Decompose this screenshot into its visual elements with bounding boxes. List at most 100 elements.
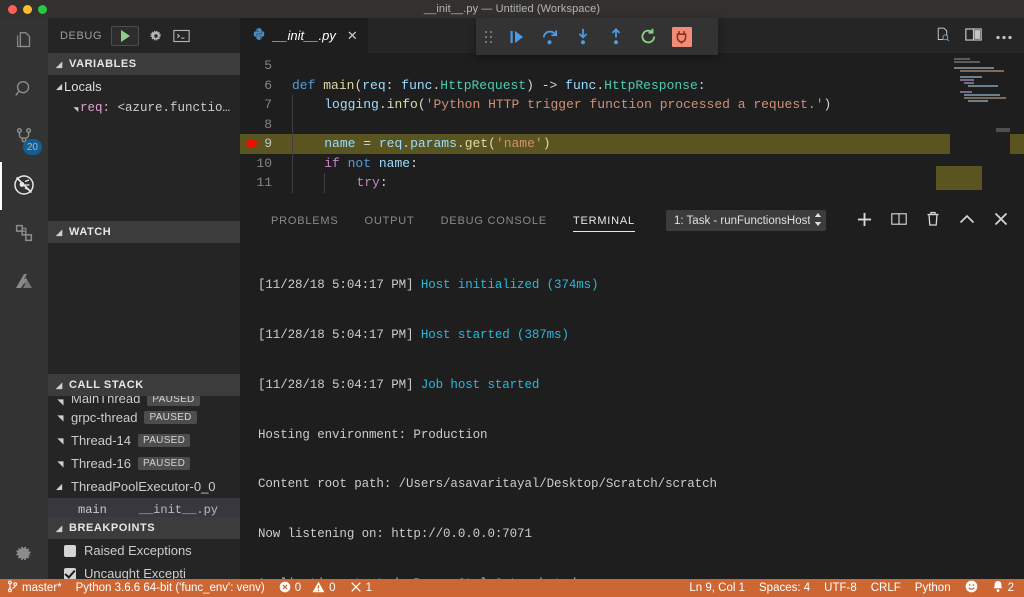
- status-cursor-position[interactable]: Ln 9, Col 1: [682, 579, 752, 597]
- call-stack-thread[interactable]: ◢ Thread-16 PAUSED: [48, 452, 240, 475]
- status-python-interpreter[interactable]: Python 3.6.6 64-bit ('func_env': venv): [69, 579, 272, 597]
- code-text: if not name:: [324, 155, 418, 171]
- breakpoints-section-header[interactable]: ◢ BREAKPOINTS: [48, 517, 240, 539]
- breakpoint-item[interactable]: Uncaught Excepti: [48, 562, 240, 579]
- status-notifications[interactable]: 2: [985, 579, 1024, 597]
- thread-state: PAUSED: [137, 457, 191, 470]
- call-stack-frame[interactable]: main __init__.py: [48, 498, 240, 517]
- checkbox-checked-icon[interactable]: [64, 567, 76, 579]
- activity-item-settings[interactable]: [0, 531, 48, 579]
- minimap[interactable]: [936, 53, 1010, 220]
- activity-item-azure[interactable]: [0, 258, 48, 306]
- debug-toolbar-drag-handle[interactable]: [476, 30, 500, 43]
- activity-item-debug[interactable]: [0, 162, 48, 210]
- line-number: 5: [264, 58, 272, 73]
- thread-label: Thread-16: [71, 456, 131, 471]
- step-over-button[interactable]: [533, 18, 566, 55]
- status-eol[interactable]: CRLF: [864, 579, 908, 597]
- thread-label: Thread-14: [71, 433, 131, 448]
- variable-value: <azure.functio…: [117, 101, 231, 115]
- close-icon[interactable]: ✕: [347, 28, 358, 44]
- activity-item-search[interactable]: [0, 66, 48, 114]
- breakpoint-item[interactable]: Raised Exceptions: [48, 539, 240, 562]
- activity-item-explorer[interactable]: [0, 18, 48, 66]
- open-launch-config-button[interactable]: [148, 28, 164, 44]
- code-lines: 5 6 def main(req: func.HttpRequest) -> f…: [240, 53, 1024, 193]
- tab-problems[interactable]: PROBLEMS: [258, 203, 352, 238]
- stop-button[interactable]: [665, 18, 698, 55]
- more-actions-icon[interactable]: [996, 29, 1012, 43]
- open-preview-icon[interactable]: [934, 26, 951, 46]
- breakpoint-icon[interactable]: [246, 139, 259, 148]
- tab-problems-label: PROBLEMS: [271, 214, 339, 227]
- status-language-mode[interactable]: Python: [908, 579, 958, 597]
- language-label: Python: [914, 582, 951, 594]
- breakpoints-body: Raised Exceptions Uncaught Excepti: [48, 539, 240, 579]
- thread-label: MainThread: [71, 396, 141, 406]
- minimap-slider[interactable]: [996, 53, 1010, 220]
- variable-row[interactable]: ◢ req: <azure.functio…: [48, 97, 240, 119]
- branch-name: master*: [22, 582, 62, 594]
- watch-section-header[interactable]: ◢ WATCH: [48, 221, 240, 243]
- activity-bar: 20: [0, 18, 48, 579]
- thread-state: PAUSED: [137, 434, 191, 447]
- code-text: logging.info('Python HTTP trigger functi…: [324, 97, 832, 112]
- terminal-output[interactable]: [11/28/18 5:04:17 PM] Host initialized (…: [240, 238, 1024, 579]
- disconnect-icon: [671, 26, 692, 47]
- status-encoding[interactable]: UTF-8: [817, 579, 864, 597]
- call-stack-thread[interactable]: ◢ Thread-14 PAUSED: [48, 429, 240, 452]
- status-indentation[interactable]: Spaces: 4: [752, 579, 817, 597]
- close-panel-icon[interactable]: [994, 212, 1008, 229]
- line-number: 10: [256, 155, 272, 171]
- continue-button[interactable]: [500, 18, 533, 55]
- status-branch[interactable]: master*: [0, 579, 69, 597]
- split-editor-icon[interactable]: [965, 27, 982, 45]
- activity-item-source-control[interactable]: 20: [0, 114, 48, 162]
- terminal-line: Now listening on: http://0.0.0.0:7071: [258, 527, 532, 542]
- step-out-button[interactable]: [599, 18, 632, 55]
- tab-init-py[interactable]: __init__.py ✕: [240, 18, 369, 53]
- status-feedback[interactable]: [958, 579, 985, 597]
- debug-toolbar[interactable]: [476, 18, 718, 55]
- status-ports[interactable]: 1: [343, 579, 379, 597]
- ports-count: 1: [365, 582, 372, 594]
- notifications-icon: [992, 580, 1004, 596]
- code-editor[interactable]: 5 6 def main(req: func.HttpRequest) -> f…: [240, 53, 1024, 220]
- bottom-panel: PROBLEMS OUTPUT DEBUG CONSOLE TERMINAL 1…: [240, 203, 1024, 579]
- restart-button[interactable]: [632, 18, 665, 55]
- call-stack-section-header[interactable]: ◢ CALL STACK: [48, 374, 240, 396]
- split-terminal-icon[interactable]: [891, 212, 907, 229]
- tab-debug-console[interactable]: DEBUG CONSOLE: [428, 203, 560, 238]
- variables-section-header[interactable]: ◢ VARIABLES: [48, 53, 240, 75]
- chevron-updown-icon: [814, 212, 822, 229]
- minimap-thumb[interactable]: [996, 128, 1010, 132]
- tab-output[interactable]: OUTPUT: [352, 203, 428, 238]
- variables-scope-locals[interactable]: ◢ Locals: [48, 75, 240, 97]
- terminal-selector[interactable]: 1: Task - runFunctionsHost: [665, 210, 826, 231]
- tab-terminal-label: TERMINAL: [572, 214, 635, 227]
- new-terminal-icon[interactable]: [857, 212, 872, 230]
- chevron-right-icon: ◢: [55, 438, 65, 445]
- call-stack-thread[interactable]: ◢ MainThread PAUSED: [48, 396, 240, 406]
- status-problems[interactable]: 0 0: [272, 579, 343, 597]
- step-into-icon: [578, 28, 587, 45]
- call-stack-thread[interactable]: ◢ grpc-thread PAUSED: [48, 406, 240, 429]
- checkbox-unchecked-icon[interactable]: [64, 544, 76, 557]
- kill-terminal-icon[interactable]: [926, 211, 940, 230]
- call-stack-thread[interactable]: ◢ ThreadPoolExecutor-0_0: [48, 475, 240, 498]
- editor-actions: [924, 18, 1024, 53]
- activity-item-extensions[interactable]: [0, 210, 48, 258]
- maximize-panel-icon[interactable]: [959, 214, 975, 228]
- start-debugging-button[interactable]: [111, 25, 140, 46]
- code-text: def main(req: func.HttpRequest) -> func.…: [292, 77, 706, 93]
- step-into-button[interactable]: [566, 18, 599, 55]
- variables-body: ◢ Locals ◢ req: <azure.functio…: [48, 75, 240, 221]
- chevron-right-icon: ◢: [72, 107, 81, 112]
- source-control-icon: [7, 580, 18, 596]
- tab-terminal[interactable]: TERMINAL: [560, 203, 648, 238]
- encoding-label: UTF-8: [824, 582, 857, 594]
- error-icon: [279, 581, 291, 596]
- code-line: 6 def main(req: func.HttpRequest) -> fun…: [240, 76, 1024, 96]
- open-debug-console-button[interactable]: [173, 29, 190, 43]
- status-bar-right: Ln 9, Col 1 Spaces: 4 UTF-8 CRLF Python: [682, 579, 1024, 597]
